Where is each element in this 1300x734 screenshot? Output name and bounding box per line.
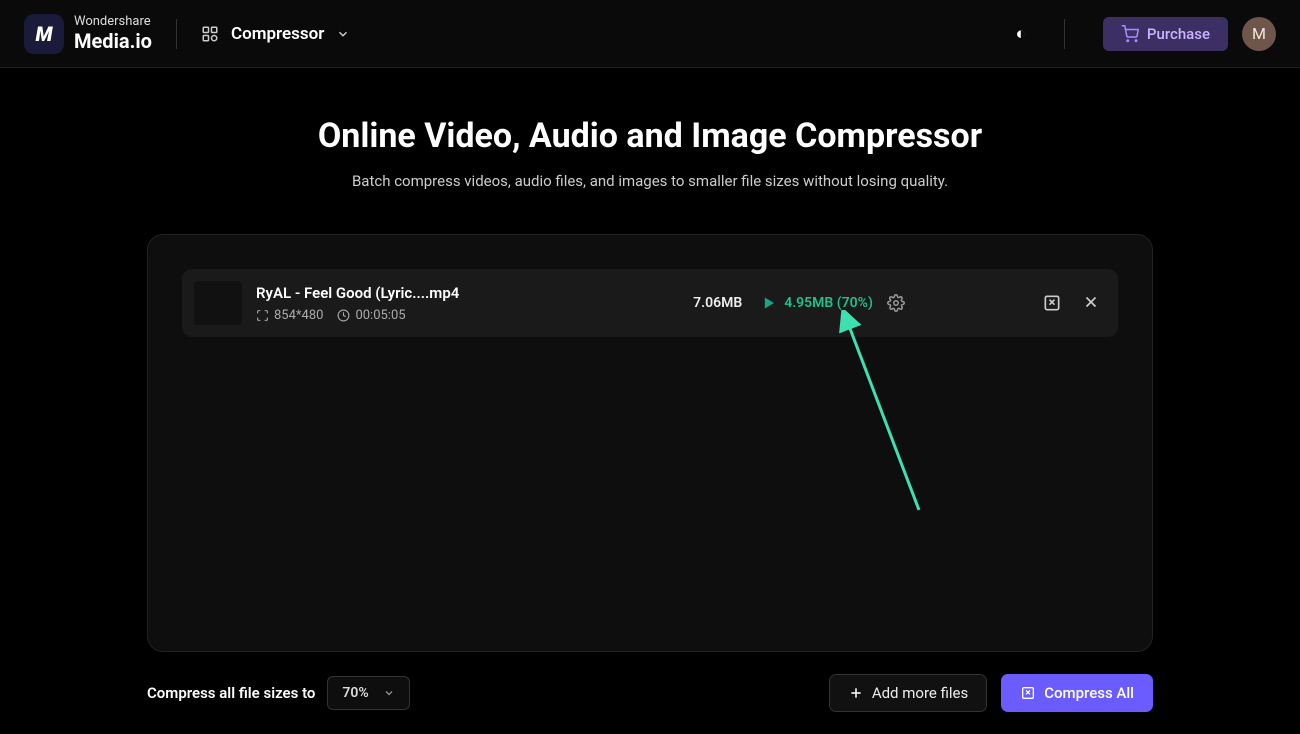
chevron-down-icon	[336, 27, 350, 41]
half-moon-icon: ◐	[1016, 24, 1026, 44]
action-buttons: Add more files Compress All	[829, 674, 1153, 712]
file-resolution: 854*480	[256, 308, 323, 323]
purchase-label: Purchase	[1147, 25, 1210, 43]
plus-icon	[848, 685, 864, 701]
percent-select[interactable]: 70%	[327, 676, 409, 710]
apps-icon	[201, 25, 219, 43]
fullscreen-icon	[256, 309, 269, 322]
chevron-down-icon	[383, 687, 395, 699]
remove-file-button[interactable]	[1082, 293, 1100, 313]
clock-icon	[337, 309, 350, 322]
purchase-button[interactable]: Purchase	[1103, 17, 1228, 51]
page-subtitle: Batch compress videos, audio files, and …	[0, 172, 1300, 190]
cart-icon	[1121, 25, 1139, 43]
close-icon	[1082, 293, 1100, 311]
logo-brand: Wondershare	[74, 15, 152, 29]
logo-product: Media.io	[74, 30, 152, 52]
compress-all-button[interactable]: Compress All	[1001, 674, 1153, 712]
settings-button[interactable]	[887, 294, 905, 312]
header-right: ◐ Purchase M	[1016, 17, 1276, 51]
size-after: 4.95MB (70%)	[784, 295, 873, 311]
file-meta: RyAL - Feel Good (Lyric....mp4 854*480 0…	[256, 284, 556, 323]
add-more-files-button[interactable]: Add more files	[829, 674, 987, 712]
avatar[interactable]: M	[1242, 17, 1276, 51]
gear-icon	[887, 294, 905, 312]
file-row: RyAL - Feel Good (Lyric....mp4 854*480 0…	[182, 269, 1118, 337]
bottom-bar: Compress all file sizes to 70% Add more …	[147, 674, 1153, 712]
file-name: RyAL - Feel Good (Lyric....mp4	[256, 284, 556, 302]
files-panel: RyAL - Feel Good (Lyric....mp4 854*480 0…	[147, 234, 1153, 652]
compress-single-button[interactable]	[1042, 293, 1062, 313]
divider	[176, 19, 177, 49]
size-before: 7.06MB	[693, 295, 742, 311]
theme-toggle[interactable]: ◐	[1016, 24, 1026, 44]
logo-mark-icon: M	[24, 14, 64, 54]
file-duration: 00:05:05	[337, 308, 405, 323]
logo-text: Wondershare Media.io	[74, 15, 152, 51]
avatar-initial: M	[1252, 24, 1266, 43]
file-size-info: 7.06MB 4.95MB (70%)	[570, 294, 1028, 312]
main-content: Online Video, Audio and Image Compressor…	[0, 68, 1300, 712]
tool-label: Compressor	[231, 24, 324, 44]
percent-value: 70%	[342, 685, 368, 701]
file-thumbnail[interactable]	[194, 281, 242, 325]
compress-icon	[1020, 685, 1036, 701]
logo[interactable]: M Wondershare Media.io	[24, 14, 152, 54]
compress-icon	[1042, 293, 1062, 313]
app-header: M Wondershare Media.io Compressor ◐ Purc…	[0, 0, 1300, 68]
arrow-right-icon	[752, 295, 774, 311]
compress-size-control: Compress all file sizes to 70%	[147, 676, 410, 710]
page-title: Online Video, Audio and Image Compressor	[0, 116, 1300, 156]
compress-all-label: Compress All	[1044, 684, 1134, 702]
add-more-label: Add more files	[872, 684, 968, 702]
tool-selector[interactable]: Compressor	[201, 24, 350, 44]
divider	[1064, 19, 1065, 49]
row-actions	[1042, 293, 1100, 313]
compress-size-label: Compress all file sizes to	[147, 684, 315, 702]
